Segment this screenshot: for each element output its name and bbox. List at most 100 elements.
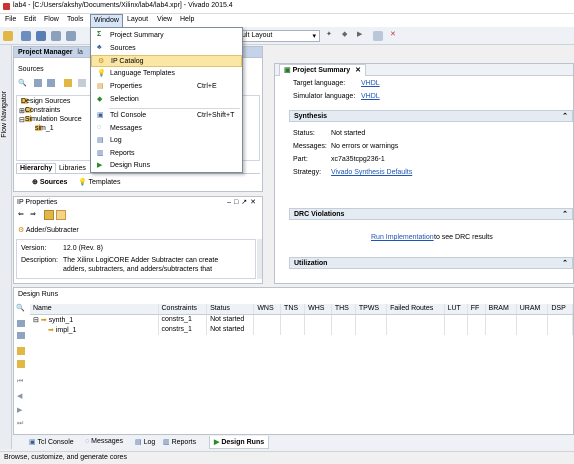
tab-tcl-console[interactable]: ▣ Tcl Console [29,438,74,446]
column-header-wns[interactable]: WNS [253,304,282,315]
menu-item-project-summary[interactable]: Σ Project Summary [91,30,242,42]
column-header-dsp[interactable]: DSP [547,304,573,315]
run-implementation-link[interactable]: Run Implementation [371,234,434,241]
run-settings-icon[interactable] [17,347,25,355]
utilization-header[interactable]: Utilization ⌃ [289,257,573,269]
column-header-tpws[interactable]: TPWS [355,304,388,315]
menu-item-selection[interactable]: ◆ Selection [91,94,242,106]
arrow-icon[interactable]: ▶ [357,30,362,38]
menu-view[interactable]: View [157,16,172,23]
expand-all-icon[interactable] [47,79,55,87]
subtab-sources[interactable]: ⊕ Sources [32,178,67,186]
menu-help[interactable]: Help [180,16,194,23]
menu-item-log[interactable]: ▤ Log [91,135,242,147]
close-icon[interactable]: ✕ [355,67,361,74]
flow-navigator[interactable]: Flow Navigator [0,45,12,449]
synthesis-title: Synthesis [294,113,328,120]
menu-file[interactable]: File [5,16,16,23]
undo-icon[interactable] [51,31,61,41]
tab-reports[interactable]: ▥ Reports [163,438,196,446]
ip-settings-icon[interactable] [44,210,54,220]
table-row[interactable]: ⊟ ➡ synth_1 constrs_1 Not started [30,314,573,325]
menu-item-design-runs[interactable]: ▶ Design Runs [91,160,242,172]
collapse-icon[interactable]: ⌃ [562,259,568,267]
drc-title: DRC Violations [294,211,345,218]
forward-arrow-icon[interactable]: ⇒ [30,210,36,218]
layout-select[interactable]: ult Layout ▾ [238,30,320,42]
redo-icon[interactable] [66,31,76,41]
strategy-value[interactable]: Vivado Synthesis Defaults [331,169,412,176]
menu-item-reports[interactable]: ▥ Reports [91,148,242,160]
column-header-constraints[interactable]: Constraints [158,304,208,315]
column-header-tns[interactable]: TNS [280,304,306,315]
tab-hierarchy[interactable]: Hierarchy [16,163,57,173]
source-doc-icon[interactable] [78,79,86,87]
run-status: Not started [206,324,255,335]
collapse-all-icon[interactable] [17,320,25,327]
column-header-lut[interactable]: LUT [444,304,468,315]
tab-design-runs[interactable]: ▶ Design Runs [209,436,270,449]
run-options-icon[interactable] [17,360,25,368]
part-value: xc7a35tcpg236-1 [331,156,385,163]
cursor-icon[interactable] [56,210,66,220]
menu-item-tcl-console[interactable]: ▣ Tcl Console Ctrl+Shift+T [91,110,242,122]
collapse-icon[interactable]: ⌃ [562,112,568,120]
tree-item-simulation-sources[interactable]: ⊟ Simulation Source [19,116,82,124]
save-icon[interactable] [36,31,46,41]
collapse-icon[interactable]: ⌃ [562,210,568,218]
first-icon[interactable]: ⏮ [17,378,23,386]
search-icon[interactable]: 🔍 [18,79,27,87]
last-icon[interactable]: ⏭ [17,420,23,428]
column-header-failed-routes[interactable]: Failed Routes [386,304,445,315]
simulator-language-value[interactable]: VHDL [361,93,380,100]
column-header-bram[interactable]: BRAM [485,304,517,315]
tab-label: Tcl Console [37,439,74,446]
collapse-all-icon[interactable] [34,79,42,87]
ip-details-scrollbar[interactable] [257,239,262,279]
menu-item-sources[interactable]: ♣ Sources [91,43,242,55]
menu-item-messages[interactable]: ◌ Messages [91,123,242,135]
tab-project-summary[interactable]: ▣ Project Summary ✕ [279,64,366,76]
menu-edit[interactable]: Edit [24,16,36,23]
back-arrow-icon[interactable]: ⇐ [18,210,24,218]
menu-layout[interactable]: Layout [127,16,148,23]
open-icon[interactable] [21,31,31,41]
search-icon[interactable]: 🔍 [16,304,25,312]
new-project-icon[interactable] [3,31,13,41]
column-header-status[interactable]: Status [206,304,255,315]
menu-flow[interactable]: Flow [44,16,59,23]
flow-navigator-label: Flow Navigator [1,91,8,138]
tab-libraries[interactable]: Libraries [56,164,89,173]
status-value: Not started [331,130,366,137]
subtab-templates[interactable]: 💡 Templates [78,178,120,186]
synthesis-header[interactable]: Synthesis ⌃ [289,110,573,122]
tab-messages[interactable]: ◌ Messages [85,438,123,445]
layout-tool-icon[interactable]: ✦ [326,30,332,38]
diamond-icon[interactable]: ◆ [342,30,347,38]
target-language-value[interactable]: VHDL [361,80,380,87]
column-header-ff[interactable]: FF [467,304,486,315]
column-header-ths[interactable]: THS [331,304,356,315]
menu-window[interactable]: Window [90,14,123,27]
menu-item-properties[interactable]: ▤ Properties Ctrl+E [91,81,242,93]
tree-item-constraints[interactable]: ⊞ Constraints [19,107,60,115]
menu-item-language-templates[interactable]: 💡 Language Templates [91,68,242,80]
close-x-icon[interactable]: ✕ [390,30,396,38]
column-header-uram[interactable]: URAM [516,304,549,315]
menu-item-ip-catalog[interactable]: ⚙ IP Catalog [91,55,242,67]
table-row[interactable]: ➡ impl_1 constrs_1 Not started [30,324,573,335]
add-sources-icon[interactable] [64,79,72,87]
tab-log[interactable]: ▤ Log [135,438,155,446]
column-header-whs[interactable]: WHS [304,304,332,315]
expand-icon[interactable]: ⊟ [33,317,39,324]
previous-icon[interactable]: ◀ [17,392,22,400]
menu-tools[interactable]: Tools [67,16,83,23]
expand-all-icon[interactable] [17,332,25,339]
panel-window-controls[interactable]: –□↗✕ [227,198,259,206]
column-header-name[interactable]: Name [30,304,159,315]
design-runs-side-toolbar: 🔍 ⏮ ◀ ▶ ⏭ [16,304,28,432]
drc-header[interactable]: DRC Violations ⌃ [289,208,573,220]
ip-catalog-icon: ⚙ [98,58,105,65]
next-icon[interactable]: ▶ [17,406,22,414]
settings-icon[interactable] [373,31,383,41]
